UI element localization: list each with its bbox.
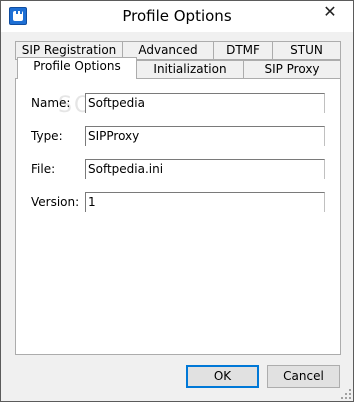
- tab-sip-proxy[interactable]: SIP Proxy: [243, 60, 341, 79]
- window-title: Profile Options: [122, 7, 232, 25]
- name-field[interactable]: Softpedia: [85, 93, 325, 113]
- file-label: File:: [31, 162, 56, 176]
- profile-options-panel: SOFTPEDIA Name: Softpedia Type: SIPProxy…: [15, 78, 341, 355]
- ok-button[interactable]: OK: [186, 365, 259, 388]
- tab-profile-options[interactable]: Profile Options: [17, 57, 137, 79]
- title-bar[interactable]: Profile Options ✕: [1, 1, 353, 32]
- type-field[interactable]: SIPProxy: [85, 126, 325, 146]
- type-label: Type:: [31, 129, 63, 143]
- cancel-button[interactable]: Cancel: [267, 365, 340, 388]
- tab-stun[interactable]: STUN: [272, 41, 341, 60]
- version-field[interactable]: 1: [85, 192, 325, 212]
- name-label: Name:: [31, 96, 71, 110]
- tab-initialization[interactable]: Initialization: [136, 60, 244, 79]
- tab-dtmf[interactable]: DTMF: [213, 41, 273, 60]
- close-icon[interactable]: ✕: [307, 1, 353, 23]
- file-field[interactable]: Softpedia.ini: [85, 159, 325, 179]
- profile-options-window: Profile Options ✕ SIP Registration Advan…: [0, 0, 354, 402]
- resize-grip-icon[interactable]: [341, 389, 351, 399]
- version-label: Version:: [31, 195, 80, 209]
- tab-control: SIP Registration Advanced DTMF STUN Prof…: [15, 41, 341, 355]
